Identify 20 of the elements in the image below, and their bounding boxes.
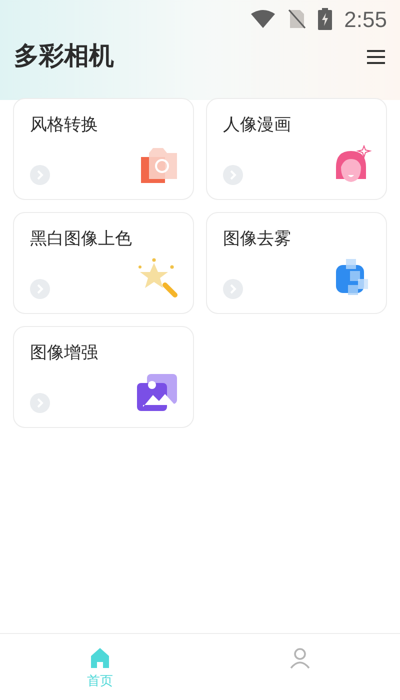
no-sim-icon bbox=[288, 9, 306, 29]
magic-wand-icon bbox=[137, 256, 179, 298]
feature-card[interactable]: 风格转换 bbox=[13, 98, 194, 200]
app-title: 多彩相机 bbox=[14, 41, 114, 72]
feature-label: 风格转换 bbox=[30, 116, 99, 132]
feature-label: 图像去雾 bbox=[223, 230, 292, 246]
wifi-icon bbox=[250, 9, 276, 29]
status-time: 2:55 bbox=[344, 6, 387, 34]
person-icon bbox=[289, 647, 311, 669]
feature-card[interactable]: 图像增强 bbox=[13, 326, 194, 428]
feature-label: 图像增强 bbox=[30, 344, 99, 360]
menu-icon[interactable] bbox=[366, 48, 386, 65]
battery-icon bbox=[318, 8, 332, 30]
feature-card[interactable]: 图像去雾 bbox=[206, 212, 387, 314]
feature-label: 黑白图像上色 bbox=[30, 230, 133, 246]
feature-card[interactable]: 黑白图像上色 bbox=[13, 212, 194, 314]
feature-card[interactable]: 人像漫画 bbox=[206, 98, 387, 200]
image-icon bbox=[135, 372, 179, 412]
home-icon bbox=[89, 647, 111, 669]
feature-label: 人像漫画 bbox=[223, 116, 292, 132]
